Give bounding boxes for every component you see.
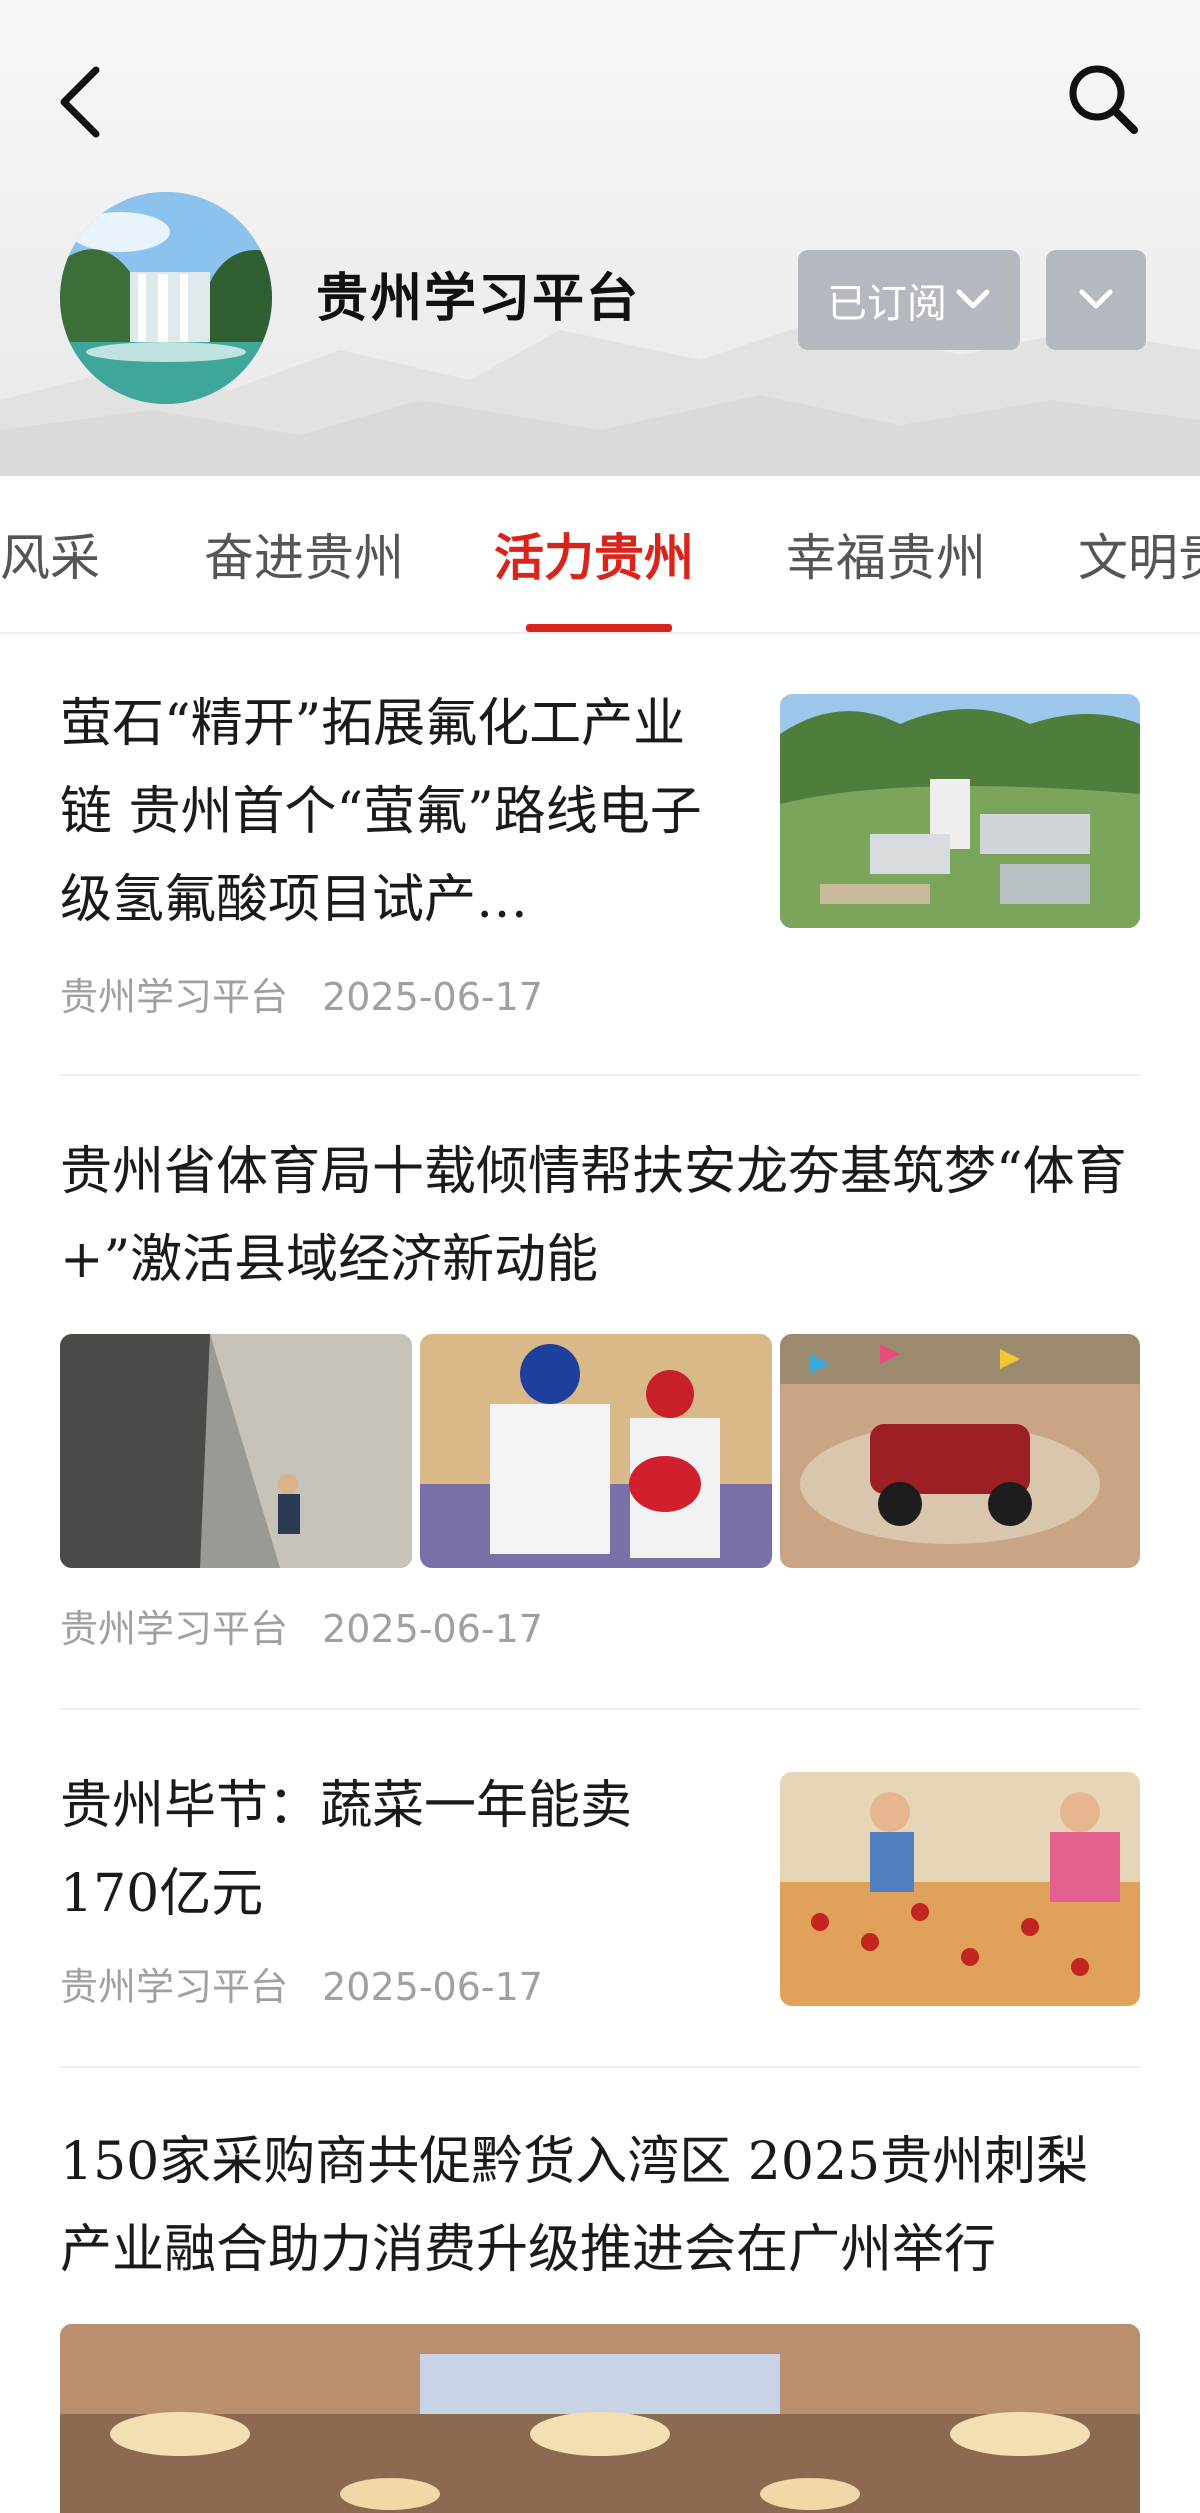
active-tab-indicator xyxy=(526,624,672,632)
category-tabs: 新风采 奋进贵州 活力贵州 幸福贵州 文明贵州 xyxy=(0,476,1200,634)
article-meta: 贵州学习平台 2025-06-17 xyxy=(60,1956,543,2011)
article-item[interactable]: 150家采购商共促黔货入湾区 2025贵州刺梨产业融合助力消费升级推进会在广州举… xyxy=(60,2118,1140,2513)
article-item[interactable]: 萤石“精开”拓展氟化工产业链 贵州首个“萤氟”路线电子级氢氟酸项目试产… 贵州学… xyxy=(60,680,1140,1020)
tab-wenming-guizhou[interactable]: 文明贵州 xyxy=(1078,518,1200,590)
article-date: 2025-06-17 xyxy=(322,1965,543,2009)
subscribed-button[interactable]: 已订阅 xyxy=(798,250,1020,350)
article-banner-image xyxy=(60,2324,1140,2513)
search-icon xyxy=(1069,65,1138,134)
article-source: 贵州学习平台 xyxy=(60,1607,289,1651)
tab-xingfu-guizhou[interactable]: 幸福贵州 xyxy=(786,518,986,590)
article-item[interactable]: 贵州毕节：蔬菜一年能卖170亿元 贵州学习平台 2025-06-17 xyxy=(60,1762,1140,2062)
article-thumbnail xyxy=(780,1772,1140,2006)
article-date: 2025-06-17 xyxy=(322,975,543,1019)
tab-fenjin-guizhou[interactable]: 奋进贵州 xyxy=(204,518,404,590)
article-source: 贵州学习平台 xyxy=(60,975,289,1019)
article-title: 150家采购商共促黔货入湾区 2025贵州刺梨产业融合助力消费升级推进会在广州举… xyxy=(60,2132,1089,2280)
article-title: 贵州省体育局十载倾情帮扶安龙夯基筑梦“体育+”激活县域经济新动能 xyxy=(60,1142,1127,1290)
article-image-3 xyxy=(780,1334,1140,1568)
article-title: 贵州毕节：蔬菜一年能卖170亿元 xyxy=(60,1776,633,1924)
article-meta: 贵州学习平台 2025-06-17 xyxy=(60,1598,543,1653)
divider xyxy=(60,2066,1140,2068)
channel-header: 贵州学习平台 已订阅 xyxy=(0,0,1200,476)
article-source: 贵州学习平台 xyxy=(60,1965,289,2009)
article-image-2 xyxy=(420,1334,772,1568)
channel-name: 贵州学习平台 xyxy=(316,268,641,329)
chevron-down-icon xyxy=(1079,289,1113,309)
article-image-1 xyxy=(60,1334,412,1568)
divider xyxy=(60,1708,1140,1710)
tab-xinfengcai[interactable]: 新风采 xyxy=(0,518,100,590)
article-title: 萤石“精开”拓展氟化工产业链 贵州首个“萤氟”路线电子级氢氟酸项目试产… xyxy=(60,694,702,930)
article-item[interactable]: 贵州省体育局十载倾情帮扶安龙夯基筑梦“体育+”激活县域经济新动能 贵州学习平台 … xyxy=(60,1128,1140,1668)
article-meta: 贵州学习平台 2025-06-17 xyxy=(60,966,543,1021)
subscribed-label: 已订阅 xyxy=(827,281,947,327)
divider xyxy=(60,1074,1140,1076)
article-date: 2025-06-17 xyxy=(322,1607,543,1651)
chevron-down-icon xyxy=(956,289,990,309)
search-button[interactable] xyxy=(1066,62,1140,136)
article-thumbnail xyxy=(780,694,1140,928)
channel-avatar xyxy=(60,192,272,404)
back-arrow-icon xyxy=(60,66,100,138)
back-button[interactable] xyxy=(52,62,112,142)
tab-huoli-guizhou[interactable]: 活力贵州 xyxy=(494,518,694,590)
expand-menu-button[interactable] xyxy=(1046,250,1146,350)
